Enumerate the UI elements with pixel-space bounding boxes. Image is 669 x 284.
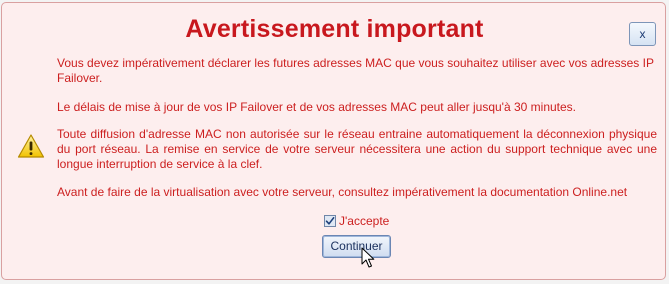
notice-paragraph-disconnection: Toute diffusion d'adresse MAC non autori…	[57, 127, 657, 171]
continue-button[interactable]: Continuer	[322, 235, 391, 258]
accept-row: J'accepte	[324, 213, 389, 229]
accept-checkbox[interactable]	[324, 215, 336, 227]
notice-paragraph-mac-declaration: Vous devez impérativement déclarer les f…	[57, 56, 654, 85]
dialog-title: Avertissement important	[185, 15, 484, 43]
warning-dialog: Avertissement important x Vous devez imp…	[1, 2, 666, 280]
accept-label[interactable]: J'accepte	[339, 214, 389, 228]
notice-paragraph-documentation: Avant de faire de la virtualisation avec…	[57, 185, 628, 199]
notice-paragraph-delay: Le délais de mise à jour de vos IP Failo…	[57, 100, 577, 114]
warning-triangle-icon	[17, 133, 45, 159]
checkmark-icon	[325, 217, 335, 225]
close-button[interactable]: x	[629, 22, 656, 46]
